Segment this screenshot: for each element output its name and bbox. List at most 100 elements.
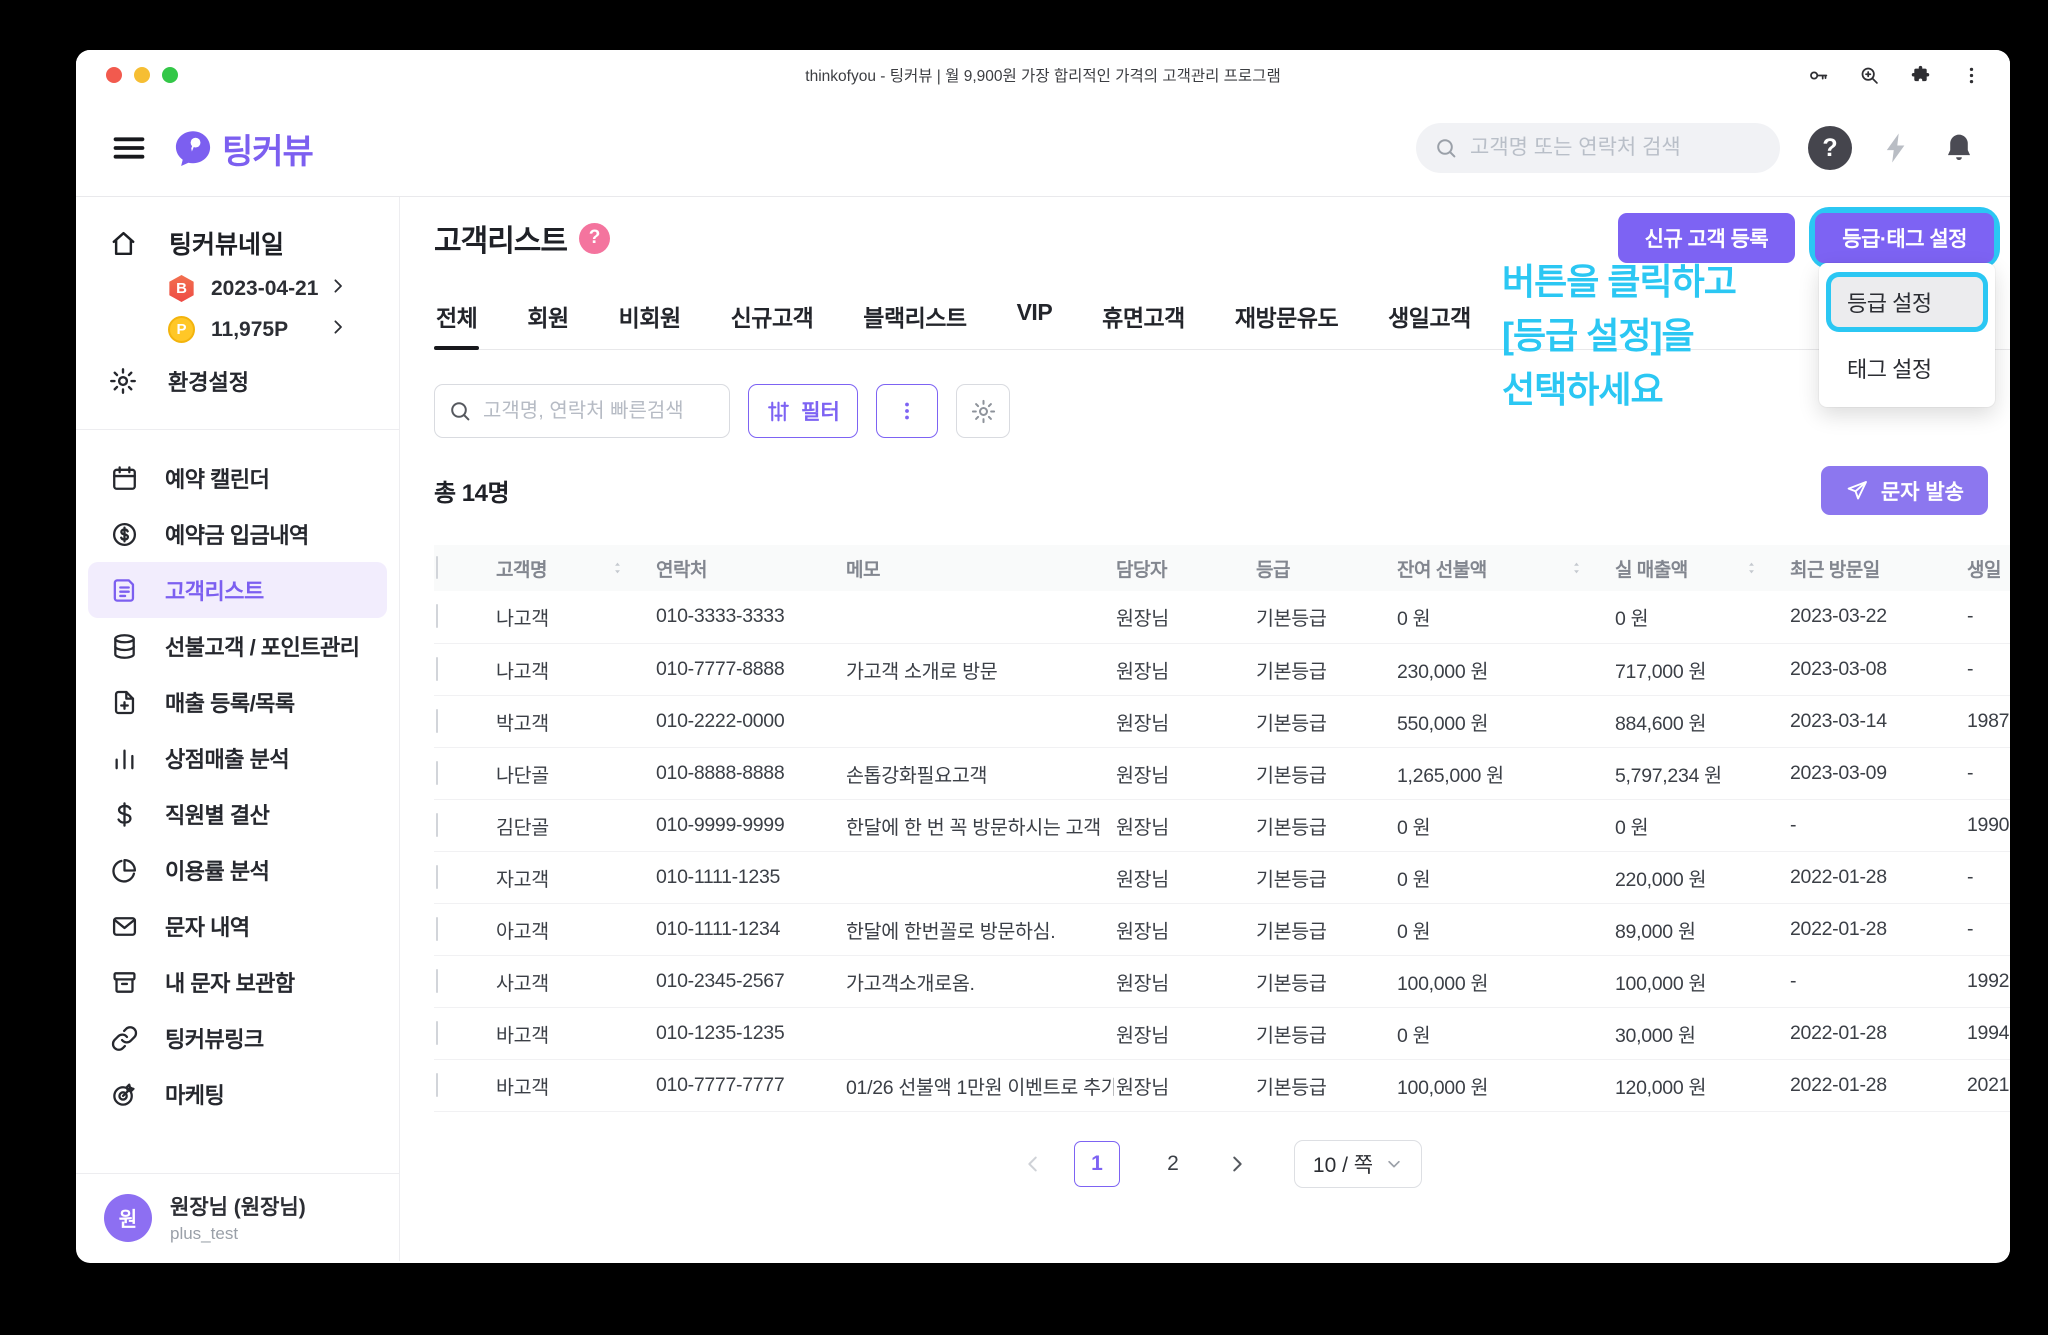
- extensions-icon[interactable]: [1910, 65, 1931, 86]
- cell-sales: 30,000 원: [1613, 1007, 1788, 1060]
- page-number-2[interactable]: 2: [1150, 1141, 1196, 1187]
- booking-date-row[interactable]: B 2023-04-21: [168, 275, 383, 302]
- hamburger-menu-icon[interactable]: [110, 129, 148, 167]
- column-header-name[interactable]: 고객명: [494, 545, 654, 591]
- column-header-prepaid[interactable]: 잔여 선불액: [1395, 545, 1613, 591]
- page-numbers: 12: [1074, 1140, 1196, 1187]
- cell-grade: 기본등급: [1254, 695, 1395, 748]
- tab-8[interactable]: 생일고객: [1386, 285, 1473, 349]
- chevron-right-icon: [329, 277, 347, 300]
- tab-2[interactable]: 비회원: [617, 285, 683, 349]
- row-checkbox[interactable]: [436, 1020, 438, 1045]
- cell-manager: 원장님: [1114, 955, 1254, 1008]
- page-help-icon[interactable]: ?: [579, 222, 610, 254]
- sidebar-item-reservation-calendar[interactable]: 예약 캘린더: [88, 450, 387, 506]
- dropdown-item-tag-settings[interactable]: 태그 설정: [1831, 343, 1983, 393]
- zoom-in-icon[interactable]: [1859, 65, 1880, 86]
- tab-6[interactable]: 휴면고객: [1100, 285, 1187, 349]
- header-right-group: ?: [1416, 123, 1976, 173]
- sidebar-item-sms-history[interactable]: 문자 내역: [88, 898, 387, 954]
- cell-last_visit: 2023-03-22: [1788, 591, 1965, 644]
- booking-badge-icon: B: [169, 275, 194, 302]
- sidebar-item-customer-list[interactable]: 고객리스트: [88, 562, 387, 618]
- tab-1[interactable]: 회원: [525, 285, 570, 349]
- quick-search[interactable]: [434, 384, 730, 438]
- help-button[interactable]: ?: [1808, 126, 1852, 170]
- column-header-birthday: 생일: [1965, 545, 2010, 591]
- list-toolbar: 필터: [434, 384, 2010, 438]
- send-sms-button[interactable]: 문자 발송: [1820, 466, 1988, 515]
- row-checkbox[interactable]: [436, 760, 438, 785]
- lightning-icon[interactable]: [1880, 131, 1914, 165]
- row-checkbox[interactable]: [436, 864, 438, 889]
- column-header-grade: 등급: [1254, 545, 1395, 591]
- sidebar-item-store-sales-analysis[interactable]: 상점매출 분석: [88, 730, 387, 786]
- sidebar-item-my-sms-box[interactable]: 내 문자 보관함: [88, 954, 387, 1010]
- page-number-1[interactable]: 1: [1074, 1140, 1120, 1187]
- sidebar-item-prepaid-points[interactable]: 선불고객 / 포인트관리: [88, 618, 387, 674]
- sidebar-item-thinkofyou-link[interactable]: 팅커뷰링크: [88, 1010, 387, 1066]
- sidebar-item-staff-settlement[interactable]: 직원별 결산: [88, 786, 387, 842]
- row-checkbox[interactable]: [436, 968, 438, 993]
- chevron-right-icon: [329, 318, 347, 341]
- sidebar-item-settings[interactable]: 환경설정: [108, 365, 383, 397]
- global-search[interactable]: [1416, 123, 1780, 173]
- table-row: 박고객 010-2222-0000 원장님 기본등급 550,000 원 884,600 …: [434, 695, 2010, 748]
- target-icon: [110, 1080, 139, 1109]
- global-search-input[interactable]: [1470, 136, 1740, 160]
- app-logo[interactable]: 팅커뷰: [174, 124, 314, 173]
- row-checkbox[interactable]: [436, 812, 438, 837]
- more-vert-icon[interactable]: [1961, 65, 1982, 86]
- table-settings-button[interactable]: [956, 384, 1010, 438]
- cell-select: [434, 799, 494, 852]
- grade-tag-settings-button[interactable]: 등급·태그 설정: [1815, 213, 1994, 263]
- browser-window: thinkofyou - 팅커뷰 | 월 9,900원 가장 합리적인 가격의 …: [76, 50, 2010, 1263]
- sidebar-item-usage-analysis[interactable]: 이용률 분석: [88, 842, 387, 898]
- browser-titlebar: thinkofyou - 팅커뷰 | 월 9,900원 가장 합리적인 가격의 …: [76, 50, 2010, 100]
- page-prev-button[interactable]: [1022, 1153, 1044, 1175]
- quick-search-input[interactable]: [434, 384, 730, 438]
- row-checkbox[interactable]: [436, 656, 438, 681]
- sidebar-item-sales-register[interactable]: 매출 등록/목록: [88, 674, 387, 730]
- sort-icon: [1568, 556, 1585, 580]
- cell-select: [434, 1007, 494, 1060]
- speech-bubble-logo-icon: [174, 129, 212, 167]
- cell-last_visit: 2022-01-28: [1788, 851, 1965, 904]
- sidebar-item-marketing[interactable]: 마케팅: [88, 1066, 387, 1122]
- column-header-sales[interactable]: 실 매출액: [1613, 545, 1788, 591]
- tab-all[interactable]: 전체: [434, 285, 480, 350]
- row-checkbox[interactable]: [436, 604, 438, 629]
- page-next-button[interactable]: [1226, 1153, 1248, 1175]
- page-size-select[interactable]: 10 / 쪽: [1294, 1139, 1422, 1188]
- cell-select: [434, 851, 494, 904]
- cell-name: 사고객: [494, 955, 654, 1008]
- shop-home-row[interactable]: 팅커뷰네일: [108, 225, 383, 261]
- cell-last_visit: -: [1788, 955, 1965, 1008]
- key-icon[interactable]: [1808, 65, 1829, 86]
- cell-phone: 010-1235-1235: [654, 1007, 844, 1060]
- cell-sales: 100,000 원: [1613, 955, 1788, 1008]
- notification-bell-icon[interactable]: [1942, 131, 1976, 165]
- tab-5[interactable]: VIP: [1015, 285, 1055, 349]
- sidebar-item-label: 매출 등록/목록: [165, 691, 295, 716]
- bar-chart-icon: [110, 744, 139, 773]
- column-header-phone: 연락처: [654, 545, 844, 591]
- tab-7[interactable]: 재방문유도: [1233, 285, 1340, 349]
- select-all-checkbox[interactable]: [436, 556, 438, 579]
- grade-tag-dropdown: 등급 설정태그 설정: [1819, 263, 1995, 407]
- tab-4[interactable]: 블랙리스트: [861, 285, 968, 349]
- filter-button[interactable]: 필터: [748, 384, 858, 438]
- sidebar-item-deposit-history[interactable]: 예약금 입금내역: [88, 506, 387, 562]
- row-checkbox[interactable]: [436, 916, 438, 941]
- dropdown-item-grade-settings[interactable]: 등급 설정: [1831, 277, 1983, 327]
- points-row[interactable]: P 11,975P: [168, 316, 383, 343]
- row-checkbox[interactable]: [436, 1072, 438, 1097]
- sidebar-user-card[interactable]: 원 원장님 (원장님) plus_test: [76, 1173, 399, 1261]
- tab-3[interactable]: 신규고객: [729, 285, 816, 349]
- row-checkbox[interactable]: [436, 708, 438, 733]
- cell-phone: 010-7777-7777: [654, 1059, 844, 1112]
- more-actions-button[interactable]: [876, 384, 938, 438]
- app-header: 팅커뷰 ?: [76, 100, 2010, 197]
- cell-grade: 기본등급: [1254, 955, 1395, 1008]
- cell-phone: 010-8888-8888: [654, 747, 844, 800]
